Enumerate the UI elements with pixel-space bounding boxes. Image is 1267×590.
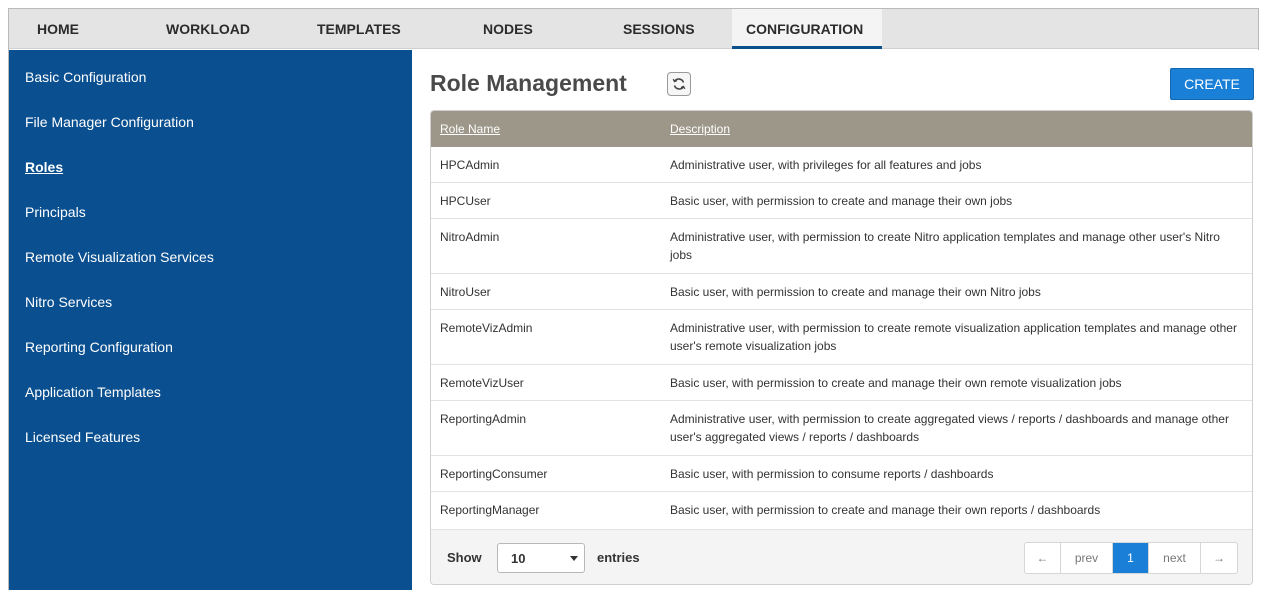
role-name-cell: HPCUser	[440, 194, 491, 208]
sidebar-item-principals[interactable]: Principals	[25, 204, 86, 220]
description-cell: Basic user, with permission to create an…	[670, 194, 1013, 208]
description-cell: Administrative user, with permission to …	[670, 321, 1237, 353]
tab-sessions[interactable]: SESSIONS	[609, 9, 709, 49]
sidebar: Basic Configuration File Manager Configu…	[9, 50, 412, 590]
entries-label: entries	[597, 550, 640, 565]
description-cell: Administrative user, with permission to …	[670, 230, 1220, 262]
table-row[interactable]: RemoteVizAdmin Administrative user, with…	[431, 310, 1252, 365]
table-row[interactable]: NitroAdmin Administrative user, with per…	[431, 219, 1252, 274]
role-name-cell: ReportingConsumer	[440, 467, 548, 481]
next-page-button[interactable]: next	[1149, 543, 1201, 573]
pagination: ← prev 1 next →	[1024, 542, 1238, 574]
description-cell: Basic user, with permission to create an…	[670, 376, 1122, 390]
tab-nodes[interactable]: NODES	[469, 9, 547, 49]
description-cell: Administrative user, with permission to …	[670, 412, 1229, 444]
sidebar-item-file-manager-configuration[interactable]: File Manager Configuration	[25, 114, 194, 130]
table-row[interactable]: NitroUser Basic user, with permission to…	[431, 274, 1252, 310]
chevron-down-icon	[570, 556, 578, 561]
roles-table: Role Name Description HPCAdmin Administr…	[430, 110, 1253, 585]
main-content: Role Management CREATE Role Name Descrip…	[412, 50, 1260, 590]
sidebar-item-licensed-features[interactable]: Licensed Features	[25, 429, 140, 445]
refresh-icon	[672, 78, 686, 90]
page-number-button[interactable]: 1	[1113, 543, 1149, 573]
table-row[interactable]: HPCAdmin Administrative user, with privi…	[431, 147, 1252, 183]
role-name-cell: ReportingAdmin	[440, 412, 527, 426]
top-navigation: HOME WORKLOAD TEMPLATES NODES SESSIONS C…	[9, 9, 1258, 49]
role-name-cell: RemoteVizAdmin	[440, 321, 533, 335]
app-frame: HOME WORKLOAD TEMPLATES NODES SESSIONS C…	[8, 8, 1260, 590]
table-row[interactable]: ReportingConsumer Basic user, with permi…	[431, 456, 1252, 492]
table-header: Role Name Description	[431, 111, 1252, 147]
role-name-cell: RemoteVizUser	[440, 376, 524, 390]
description-cell: Basic user, with permission to create an…	[670, 285, 1041, 299]
table-row[interactable]: HPCUser Basic user, with permission to c…	[431, 183, 1252, 219]
prev-page-button[interactable]: prev	[1061, 543, 1113, 573]
page-size-select[interactable]: 10	[497, 543, 585, 573]
sidebar-item-application-templates[interactable]: Application Templates	[25, 384, 161, 400]
page-size-value: 10	[511, 551, 526, 566]
page-title: Role Management	[430, 70, 627, 96]
description-cell: Basic user, with permission to create an…	[670, 503, 1101, 517]
role-name-cell: HPCAdmin	[440, 158, 500, 172]
description-cell: Basic user, with permission to consume r…	[670, 467, 994, 481]
sidebar-item-roles[interactable]: Roles	[25, 159, 63, 175]
table-row[interactable]: RemoteVizUser Basic user, with permissio…	[431, 365, 1252, 401]
sidebar-item-remote-visualization-services[interactable]: Remote Visualization Services	[25, 249, 214, 265]
description-cell: Administrative user, with privileges for…	[670, 158, 982, 172]
role-name-cell: NitroUser	[440, 285, 491, 299]
create-button[interactable]: CREATE	[1170, 68, 1254, 100]
first-page-arrow[interactable]: ←	[1025, 543, 1061, 573]
tab-workload[interactable]: WORKLOAD	[152, 9, 264, 49]
table-row[interactable]: ReportingAdmin Administrative user, with…	[431, 401, 1252, 456]
role-name-cell: NitroAdmin	[440, 230, 500, 244]
sidebar-item-nitro-services[interactable]: Nitro Services	[25, 294, 112, 310]
tab-home[interactable]: HOME	[23, 9, 93, 49]
sidebar-item-reporting-configuration[interactable]: Reporting Configuration	[25, 339, 173, 355]
sidebar-item-basic-configuration[interactable]: Basic Configuration	[25, 69, 146, 85]
column-header-role-name[interactable]: Role Name	[440, 111, 500, 147]
last-page-arrow[interactable]: →	[1201, 543, 1237, 573]
role-name-cell: ReportingManager	[440, 503, 540, 517]
tab-configuration[interactable]: CONFIGURATION	[732, 9, 882, 49]
refresh-button[interactable]	[667, 72, 691, 96]
table-row[interactable]: ReportingManager Basic user, with permis…	[431, 492, 1252, 529]
table-footer: Show 10 entries ← prev 1 next →	[431, 529, 1252, 584]
show-label: Show	[447, 550, 482, 565]
tab-templates[interactable]: TEMPLATES	[303, 9, 415, 49]
column-header-description[interactable]: Description	[670, 111, 730, 147]
